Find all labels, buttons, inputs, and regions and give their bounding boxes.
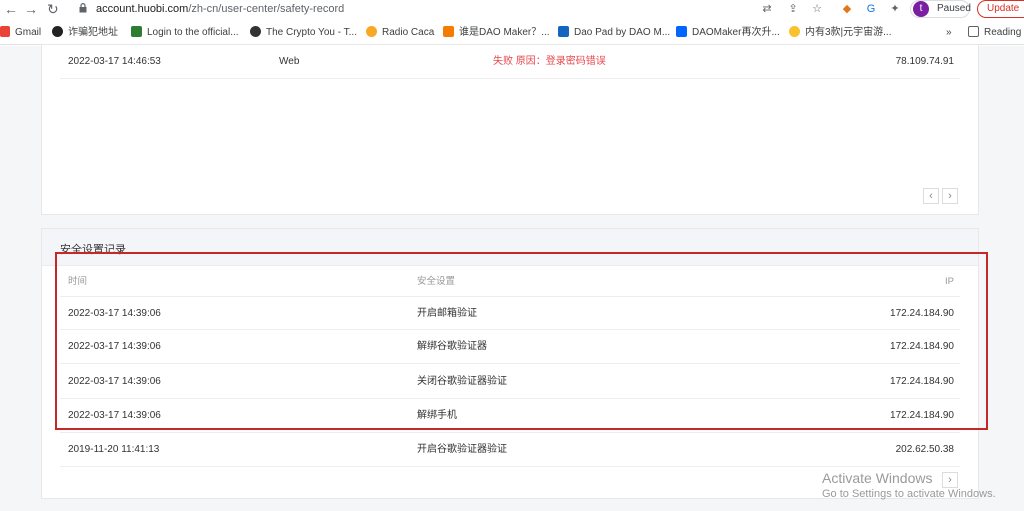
zhihu-icon [676,26,687,37]
bookmark-label: Login to the official... [147,27,239,38]
gmail-icon [0,26,10,37]
extensions-icon[interactable]: ✦ [888,2,902,16]
url-host: account.huobi.com [96,3,189,15]
login-record-card: 2022-03-17 14:46:53 Web 失败 原因：登录密码错误 78.… [41,44,979,215]
table-row: 2022-03-17 14:39:06 解绑谷歌验证器 172.24.184.9… [60,330,960,364]
lock-icon [79,3,87,13]
record-ip: 172.24.184.90 [890,308,954,319]
reading-label: Reading [984,27,1022,38]
record-setting: 解绑谷歌验证器 [417,341,487,352]
bookmark-label: 谁是DAO Maker？... [459,27,550,38]
record-ip: 202.62.50.38 [895,444,954,455]
browser-toolbar: ← → ↻ account.huobi.com/zh-cn/user-cente… [0,0,1024,20]
bookmark-item[interactable]: Dao Pad by DAO M... [558,26,670,39]
record-ip: 78.109.74.91 [895,56,954,67]
record-device: Web [279,56,300,67]
reading-list-icon [968,26,979,37]
card-header: 安全设置记录 [42,229,978,266]
address-bar[interactable]: account.huobi.com/zh-cn/user-center/safe… [96,2,344,17]
daopad-icon [558,26,569,37]
bookmark-item[interactable]: 诈骗犯地址 [52,26,118,39]
bookmark-item[interactable]: Radio Caca [366,26,434,39]
bookmark-label: The Crypto You - T... [266,27,357,38]
bookmark-item[interactable]: Login to the official... [131,26,239,39]
bookmark-label: 内有3款|元宇宙游... [805,27,892,38]
record-status: 失败 原因：登录密码错误 [493,56,606,67]
dao-icon [443,26,454,37]
page-content: 2022-03-17 14:46:53 Web 失败 原因：登录密码错误 78.… [0,44,1024,511]
bookmark-item[interactable]: 内有3款|元宇宙游... [789,26,892,39]
coin-icon [52,26,63,37]
bookmark-label: Dao Pad by DAO M... [574,27,671,38]
bookmarks-more-button[interactable]: » [946,26,952,39]
login-icon [131,26,142,37]
crypto-you-icon [250,26,261,37]
record-setting: 开启邮箱验证 [417,308,477,319]
update-label: Update [987,3,1020,14]
star-icon[interactable]: ☆ [810,2,824,16]
radio-caca-icon [366,26,377,37]
record-time: 2022-03-17 14:39:06 [68,410,161,421]
record-time: 2022-03-17 14:39:06 [68,308,161,319]
update-button[interactable]: Update [977,0,1024,18]
watermark-subtitle: Go to Settings to activate Windows. [822,488,996,500]
forward-icon[interactable]: → [24,1,38,17]
reading-list-button[interactable]: Reading [968,26,1021,39]
avatar[interactable]: t [913,1,929,17]
share-icon[interactable]: ⇪ [786,2,800,16]
reload-icon[interactable]: ↻ [47,1,59,17]
pagination: ‹ › [920,186,958,204]
metamask-icon[interactable]: ◆ [840,2,854,16]
record-ip: 172.24.184.90 [890,410,954,421]
record-time: 2022-03-17 14:39:06 [68,376,161,387]
record-setting: 开启谷歌验证器验证 [417,444,507,455]
bookmark-item[interactable]: DAOMaker再次升... [676,26,780,39]
card-title: 安全设置记录 [60,244,126,256]
record-time: 2022-03-17 14:39:06 [68,341,161,352]
column-header-ip: IP [945,276,954,287]
column-header-time: 时间 [68,276,88,287]
bookmark-item[interactable]: The Crypto You - T... [250,26,357,39]
table-row: 2022-03-17 14:39:06 开启邮箱验证 172.24.184.90 [60,296,960,330]
windows-activation-watermark: Activate Windows Go to Settings to activ… [822,470,996,502]
google-translate-icon[interactable]: G [864,2,878,16]
record-ip: 172.24.184.90 [890,341,954,352]
bookmark-label: DAOMaker再次升... [692,27,780,38]
bookmark-label: Gmail [15,27,42,38]
table-row: 2019-11-20 11:41:13 开启谷歌验证器验证 202.62.50.… [60,433,960,467]
bookmark-label: Radio Caca [382,27,435,38]
translate-icon[interactable]: ⇄ [760,2,774,16]
table-row: 2022-03-17 14:46:53 Web 失败 原因：登录密码错误 78.… [60,45,960,79]
prev-page-button[interactable]: ‹ [923,188,939,204]
bookmarks-bar: Gmail 诈骗犯地址 Login to the official... The… [0,20,1024,45]
record-time: 2019-11-20 11:41:13 [68,444,160,455]
watermark-title: Activate Windows [822,470,933,486]
record-setting: 解绑手机 [417,410,457,421]
column-header-setting: 安全设置 [417,276,456,287]
bookmark-item[interactable]: 谁是DAO Maker？... [443,26,550,39]
heart-icon [789,26,800,37]
table-header: 时间 安全设置 IP [60,267,960,295]
table-row: 2022-03-17 14:39:06 解绑手机 172.24.184.90 [60,399,960,433]
table-row: 2022-03-17 14:39:06 关闭谷歌验证器验证 172.24.184… [60,365,960,399]
url-path: /zh-cn/user-center/safety-record [188,3,345,15]
record-setting: 关闭谷歌验证器验证 [417,376,507,387]
next-page-button[interactable]: › [942,188,958,204]
back-icon[interactable]: ← [4,1,18,17]
paused-label: Paused [937,3,971,14]
security-record-card: 安全设置记录 时间 安全设置 IP 2022-03-17 14:39:06 开启… [41,228,979,499]
bookmark-gmail[interactable]: Gmail [0,26,41,39]
record-ip: 172.24.184.90 [890,376,954,387]
record-time: 2022-03-17 14:46:53 [68,56,161,67]
bookmark-label: 诈骗犯地址 [68,27,118,38]
